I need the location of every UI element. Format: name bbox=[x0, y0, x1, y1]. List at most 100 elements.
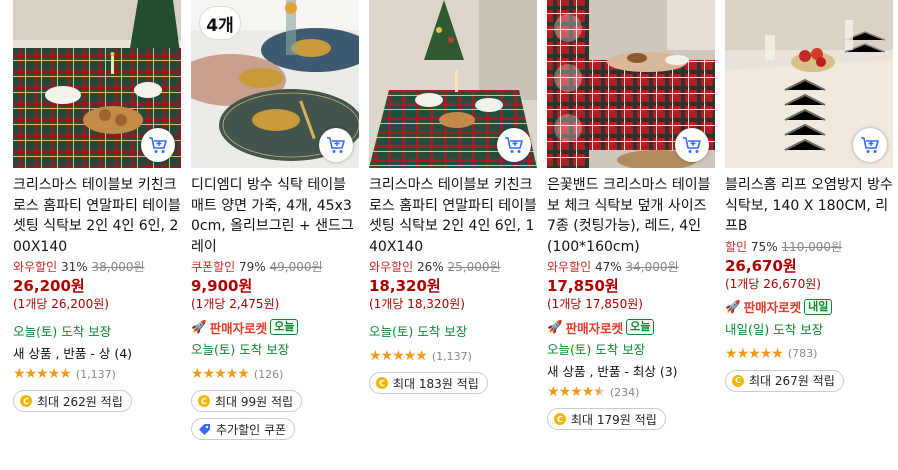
star-icon: ★ bbox=[771, 345, 784, 362]
unit-price: (1개당 26,200원) bbox=[13, 297, 109, 311]
product-image[interactable] bbox=[13, 0, 181, 168]
star-icon: ★ bbox=[36, 366, 49, 382]
original-price: 49,000원 bbox=[269, 260, 323, 274]
star-icon: ★ bbox=[380, 348, 394, 364]
unit-price: (1개당 26,670원) bbox=[725, 276, 821, 291]
star-icon: ★ bbox=[47, 366, 61, 382]
product-title[interactable]: 블리스홈 리프 오염방지 방수 식탁보, 140 X 180CM, 리프B bbox=[725, 175, 893, 237]
coin-icon: C bbox=[198, 395, 210, 407]
rating: ★ ★ ★ ★ ★ (1,137) bbox=[369, 348, 537, 364]
delivery-info: 오늘(토) 도착 보장 bbox=[13, 324, 112, 339]
coupon-badge[interactable]: 추가할인 쿠폰 bbox=[191, 418, 296, 440]
star-icon: ★ bbox=[736, 345, 750, 362]
delivery-info: 오늘(토) 도착 보장 bbox=[547, 342, 646, 357]
points-text: 최대 99원 적립 bbox=[215, 394, 294, 409]
star-icon: ★ bbox=[225, 366, 239, 382]
review-count: (1,137) bbox=[431, 349, 472, 363]
product-card[interactable]: 블리스홈 리프 오염방지 방수 식탁보, 140 X 180CM, 리프B 할인… bbox=[725, 0, 893, 392]
product-title[interactable]: 크리스마스 테이블보 키친크로스 홈파티 연말파티 테이블셋팅 식탁보 2인 4… bbox=[13, 175, 181, 257]
add-to-cart-button[interactable] bbox=[497, 128, 531, 162]
points-text: 최대 267원 적립 bbox=[749, 374, 835, 388]
star-rating: ★ ★ ★ ★ ★ bbox=[725, 345, 784, 362]
rocket-label: 판매자로켓 bbox=[743, 300, 802, 315]
condition-info: 새 상품 , 반품 - 최상 (3) bbox=[547, 364, 678, 379]
star-icon: ★ bbox=[581, 384, 595, 400]
rating: ★ ★ ★ ★ ★ (1,137) bbox=[13, 366, 181, 382]
points-badge: C 최대 179원 적립 bbox=[547, 408, 666, 430]
add-to-cart-icon bbox=[149, 137, 167, 153]
star-icon: ★ bbox=[415, 348, 428, 364]
discount-row: 할인 75% 110,000원 bbox=[725, 239, 893, 255]
sale-price: 26,200원 bbox=[13, 277, 85, 295]
condition-info: 새 상품 , 반품 - 상 (4) bbox=[13, 346, 133, 361]
points-text: 최대 183원 적립 bbox=[393, 376, 479, 391]
rocket-tag: 오늘 bbox=[270, 319, 299, 335]
add-to-cart-icon bbox=[683, 137, 701, 153]
add-to-cart-button[interactable] bbox=[319, 128, 353, 162]
coupon-icon bbox=[199, 423, 210, 435]
product-title[interactable]: 디디엠디 방수 식탁 테이블 매트 양면 가죽, 4개, 45x30cm, 올리… bbox=[191, 175, 359, 257]
original-price: 38,000원 bbox=[91, 260, 145, 274]
star-half-icon: ★ bbox=[593, 384, 606, 400]
star-icon: ★ bbox=[403, 348, 417, 364]
sale-price: 18,320원 bbox=[369, 277, 441, 295]
delivery-info: 오늘(토) 도착 보장 bbox=[191, 342, 290, 357]
product-card[interactable]: 은꽃밴드 크리스마스 테이블보 체크 식탁보 덮개 사이즈 7종 (컷팅가능),… bbox=[547, 0, 715, 430]
points-badge: C 최대 99원 적립 bbox=[191, 390, 303, 412]
discount-row: 와우할인 26% 25,000원 bbox=[369, 259, 537, 275]
delivery-info: 오늘(토) 도착 보장 bbox=[369, 324, 468, 339]
seller-rocket-badge: 🚀 판매자로켓 내일 bbox=[725, 298, 893, 316]
unit-price: (1개당 18,320원) bbox=[369, 297, 465, 311]
discount-row: 와우할인 31% 38,000원 bbox=[13, 259, 181, 275]
rocket-label: 판매자로켓 bbox=[565, 320, 624, 336]
star-icon: ★ bbox=[237, 366, 250, 382]
original-price: 34,000원 bbox=[625, 260, 679, 274]
rating: ★ ★ ★ ★ ★ (783) bbox=[725, 346, 893, 362]
product-image[interactable] bbox=[547, 0, 715, 168]
star-icon: ★ bbox=[570, 384, 583, 400]
review-count: (1,137) bbox=[75, 367, 116, 381]
discount-rate: 75% bbox=[750, 239, 778, 254]
add-to-cart-button[interactable] bbox=[675, 128, 709, 162]
add-to-cart-icon bbox=[861, 137, 879, 153]
review-count: (234) bbox=[609, 385, 640, 399]
star-icon: ★ bbox=[748, 345, 761, 362]
discount-label: 와우할인 bbox=[369, 260, 414, 274]
product-title[interactable]: 크리스마스 테이블보 키친크로스 홈파티 연말파티 테이블셋팅 식탁보 2인 4… bbox=[369, 175, 537, 257]
product-image[interactable] bbox=[725, 0, 893, 168]
product-card[interactable]: 크리스마스 테이블보 키친크로스 홈파티 연말파티 테이블셋팅 식탁보 2인 4… bbox=[13, 0, 181, 412]
quantity-badge: 4개 bbox=[199, 6, 241, 40]
rocket-label: 판매자로켓 bbox=[209, 320, 268, 336]
discount-row: 쿠폰할인 79% 49,000원 bbox=[191, 259, 359, 275]
product-card[interactable]: 4개 디디엠디 방수 식탁 테이블 매트 양면 가죽, 4개, 45x30cm,… bbox=[191, 0, 359, 440]
star-icon: ★ bbox=[202, 366, 216, 382]
unit-price: (1개당 2,475원) bbox=[191, 297, 280, 311]
star-icon: ★ bbox=[191, 366, 204, 382]
star-icon: ★ bbox=[369, 348, 382, 364]
star-icon: ★ bbox=[558, 384, 572, 400]
star-icon: ★ bbox=[759, 345, 773, 362]
discount-label: 쿠폰할인 bbox=[191, 260, 236, 274]
add-to-cart-button[interactable] bbox=[141, 128, 175, 162]
sale-price: 26,670원 bbox=[725, 256, 797, 275]
rating: ★ ★ ★ ★ ★ (126) bbox=[191, 366, 359, 382]
star-icon: ★ bbox=[547, 384, 560, 400]
coupon-text: 추가할인 쿠폰 bbox=[216, 422, 287, 437]
product-image[interactable] bbox=[369, 0, 537, 168]
star-icon: ★ bbox=[24, 366, 38, 382]
star-rating: ★ ★ ★ ★ ★ bbox=[191, 366, 250, 382]
star-rating: ★ ★ ★ ★ ★ bbox=[547, 384, 606, 400]
add-to-cart-button[interactable] bbox=[853, 128, 887, 162]
points-text: 최대 262원 적립 bbox=[37, 394, 123, 409]
points-text: 최대 179원 적립 bbox=[571, 412, 657, 427]
coin-icon: C bbox=[20, 395, 32, 407]
rocket-icon: 🚀 bbox=[191, 319, 207, 334]
product-image[interactable]: 4개 bbox=[191, 0, 359, 168]
product-card[interactable]: 크리스마스 테이블보 키친크로스 홈파티 연말파티 테이블셋팅 식탁보 2인 4… bbox=[369, 0, 537, 394]
product-title[interactable]: 은꽃밴드 크리스마스 테이블보 체크 식탁보 덮개 사이즈 7종 (컷팅가능),… bbox=[547, 175, 715, 257]
star-icon: ★ bbox=[13, 366, 26, 382]
discount-label: 할인 bbox=[725, 239, 748, 254]
sale-price: 17,850원 bbox=[547, 277, 619, 295]
discount-rate: 47% bbox=[595, 260, 622, 274]
star-icon: ★ bbox=[214, 366, 227, 382]
